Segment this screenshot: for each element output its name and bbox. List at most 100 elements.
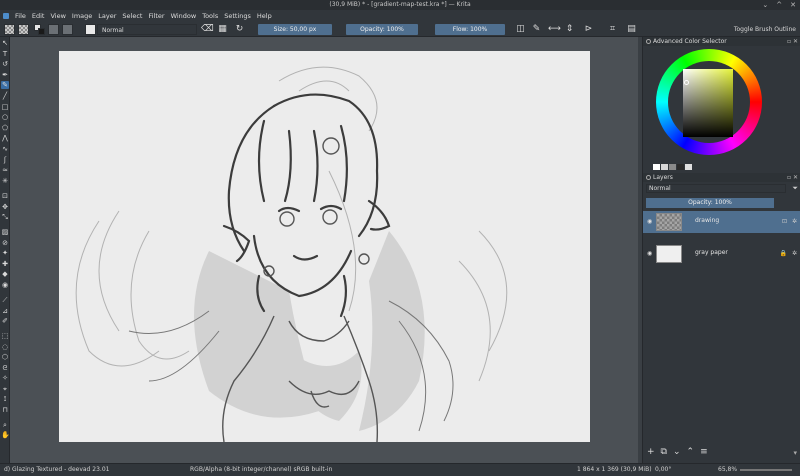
gradient-swatch[interactable] [18,24,29,35]
reload-icon[interactable]: ↻ [234,24,245,35]
add-layer-icon[interactable]: + [647,447,655,457]
zoom-tool-icon[interactable]: ⌕ [1,421,9,429]
current-brush-icon[interactable] [85,24,96,35]
menu-select[interactable]: Select [119,10,145,22]
mirror-vertical-icon[interactable]: ⇕ [564,24,575,35]
zoom-slider[interactable] [740,469,792,471]
multibrush-icon[interactable]: ✳ [1,177,9,185]
saturation-value-square[interactable] [683,69,733,137]
colorize-mask-icon[interactable]: ✦ [1,249,9,257]
move-tool-icon[interactable]: ✥ [1,203,9,211]
workspace-icon[interactable]: ▤ [626,24,637,35]
brush-presets-icon[interactable] [62,24,73,35]
mirror-horizontal-icon[interactable]: ⟷ [548,24,561,35]
edit-shapes-icon[interactable]: ↺ [1,60,9,68]
docker-float-icon[interactable] [646,39,651,44]
docker-float-icon[interactable] [646,175,651,180]
layer-opacity-slider[interactable]: Opacity: 100% [646,198,774,208]
calligraphy-icon[interactable]: ✒ [1,71,9,79]
wrap-around-icon[interactable]: ⊳ [583,24,594,35]
maximize-icon[interactable]: ^ [776,0,782,10]
recent-color[interactable] [669,164,676,170]
menu-view[interactable]: View [47,10,68,22]
bezier-tool-icon[interactable]: ∿ [1,145,9,153]
assistant-tool-icon[interactable]: ⟋ [1,296,9,304]
similar-select-icon[interactable]: ⌖ [1,385,9,393]
contiguous-select-icon[interactable]: ✧ [1,374,9,382]
polygon-select-icon[interactable]: ⬡ [1,353,9,361]
layer-row-gray-paper[interactable]: ◉ gray paper 🔒 ✲ [643,243,800,265]
minimize-icon[interactable]: ⌄ [762,0,768,10]
crop-tool-icon[interactable]: ⊡ [1,192,9,200]
layer-blend-select[interactable]: Normal [646,184,786,193]
menu-file[interactable]: File [12,10,29,22]
polygon-tool-icon[interactable]: ⬠ [1,124,9,132]
enclose-fill-icon[interactable]: ◉ [1,281,9,289]
menu-help[interactable]: Help [254,10,275,22]
close-icon[interactable]: ✕ [790,0,796,10]
canvas-sketch[interactable] [59,51,590,442]
preserve-alpha-icon[interactable]: ▦ [217,24,228,35]
opacity-slider[interactable]: Opacity: 100% [346,24,418,35]
ellipse-tool-icon[interactable]: ○ [1,113,9,121]
lock-icon[interactable]: 🔒 [780,250,787,257]
filter-icon[interactable]: ⏷ [792,184,798,193]
menu-window[interactable]: Window [168,10,200,22]
color-picker-icon[interactable]: ⊘ [1,239,9,247]
bezier-select-icon[interactable]: ⟟ [1,395,9,403]
recent-color[interactable] [661,164,668,170]
rect-select-icon[interactable]: ⬚ [1,332,9,340]
docker-close-icon[interactable]: ▫ ✕ [787,173,798,182]
crop-icon[interactable]: ⌗ [607,24,618,35]
menu-tools[interactable]: Tools [199,10,221,22]
current-brush-label[interactable]: d) Glazing Textured - deevad 23.01 [4,464,109,476]
duplicate-layer-icon[interactable]: ⧉ [661,447,667,457]
size-slider[interactable]: Size: 50,00 px [258,24,332,35]
freehand-path-icon[interactable]: ʃ [1,156,9,164]
dynamic-brush-icon[interactable]: ≈ [1,166,9,174]
alpha-lock-icon[interactable]: ✲ [792,218,797,225]
visibility-eye-icon[interactable]: ◉ [647,250,652,257]
background-color-swatch[interactable] [38,28,45,35]
eraser-icon[interactable]: ⌫ [201,24,214,35]
gradient-tool-icon[interactable]: ▨ [1,228,9,236]
recent-color[interactable] [653,164,660,170]
zoom-label[interactable]: 65,8% [718,464,737,476]
lock-icon[interactable]: ⊡ [782,218,787,225]
menu-filter[interactable]: Filter [145,10,167,22]
pan-tool-icon[interactable]: ✋ [1,431,10,439]
layer-row-drawing[interactable]: ◉ drawing ⊡ ✲ [643,211,800,233]
transform-tool-icon[interactable]: ⤡ [1,213,9,221]
menu-settings[interactable]: Settings [221,10,254,22]
blend-mode-select[interactable]: Normal [97,24,197,35]
color-cursor-icon[interactable] [684,80,689,85]
recent-color[interactable] [677,164,684,170]
text-tool-icon[interactable]: T [1,50,9,58]
canvas-area[interactable] [10,37,642,463]
rectangle-tool-icon[interactable]: □ [1,103,9,111]
eraser-mode-icon[interactable]: ◫ [515,24,526,35]
menu-layer[interactable]: Layer [95,10,119,22]
alpha-lock-icon[interactable]: ✲ [792,250,797,257]
freehand-select-icon[interactable]: ᘓ [1,364,9,372]
menu-edit[interactable]: Edit [29,10,48,22]
fill-mode-icon[interactable] [48,24,59,35]
fill-tool-icon[interactable]: ◆ [1,270,9,278]
measure-tool-icon[interactable]: ⊿ [1,307,9,315]
magnetic-select-icon[interactable]: ⊓ [1,406,9,414]
toggle-brush-outline-button[interactable]: Toggle Brush Outline [734,22,796,37]
recent-color[interactable] [685,164,692,170]
line-tool-icon[interactable]: ╱ [1,92,9,100]
dock-scroll-icon[interactable]: ▾ [793,449,797,457]
pattern-swatch[interactable] [4,24,15,35]
move-layer-down-icon[interactable]: ⌄ [673,447,681,457]
visibility-eye-icon[interactable]: ◉ [647,218,652,225]
ellipse-select-icon[interactable]: ◌ [1,343,9,351]
select-shapes-icon[interactable]: ↖ [1,39,9,47]
layer-menu-icon[interactable]: ≡ [700,447,708,457]
freehand-brush-icon[interactable]: ✎ [1,81,9,89]
move-layer-up-icon[interactable]: ⌃ [687,447,695,457]
polyline-tool-icon[interactable]: ⋀ [1,134,9,142]
reference-tool-icon[interactable]: ✐ [1,317,9,325]
docker-close-icon[interactable]: ▫ ✕ [787,37,798,46]
